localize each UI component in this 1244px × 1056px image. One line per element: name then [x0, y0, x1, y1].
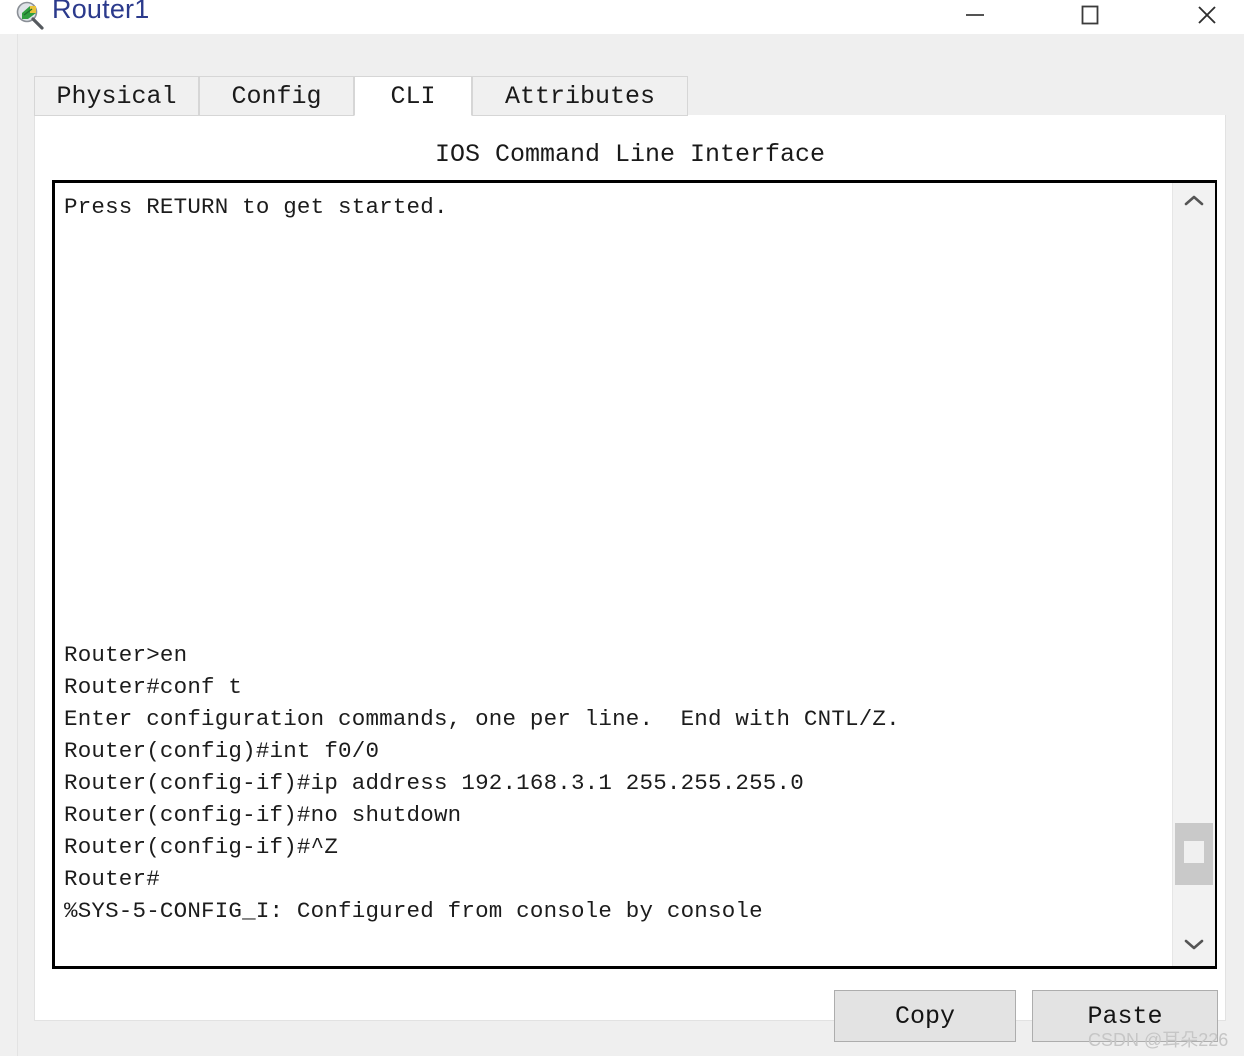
terminal-line: Router(config-if)#no shutdown	[64, 802, 462, 828]
terminal-line: Router(config)#int f0/0	[64, 738, 380, 764]
terminal-line: Router(config-if)#ip address 192.168.3.1…	[64, 770, 804, 796]
tab-cli[interactable]: CLI	[354, 76, 472, 116]
scrollbar-track[interactable]	[1173, 223, 1215, 926]
terminal-output[interactable]: Press RETURN to get started. Router>en Ro…	[55, 183, 1172, 966]
tab-attributes[interactable]: Attributes	[472, 76, 688, 116]
tab-config-label: Config	[231, 81, 322, 111]
scrollbar-thumb[interactable]	[1175, 823, 1213, 885]
router-cli-window: Router1 Physical Config CLI Attributes I…	[0, 0, 1244, 1056]
maximize-button[interactable]	[1061, 0, 1119, 30]
router-magnifier-icon	[14, 0, 46, 32]
window-left-edge	[0, 34, 17, 1056]
terminal-line: Enter configuration commands, one per li…	[64, 706, 900, 732]
scroll-up-button[interactable]	[1173, 183, 1215, 223]
terminal-line: %SYS-5-CONFIG_I: Configured from console…	[64, 898, 763, 924]
terminal-line: Router(config-if)#^Z	[64, 834, 339, 860]
tab-physical[interactable]: Physical	[34, 76, 199, 116]
tab-attributes-label: Attributes	[504, 81, 656, 111]
terminal-line: Router#	[64, 866, 160, 892]
terminal-line: Router#conf t	[64, 674, 243, 700]
minimize-icon	[946, 0, 1004, 30]
tab-cli-label: CLI	[390, 81, 436, 111]
chevron-down-icon	[1182, 936, 1206, 957]
cli-terminal[interactable]: Press RETURN to get started. Router>en Ro…	[52, 180, 1217, 969]
close-icon	[1178, 0, 1236, 30]
paste-button-label: Paste	[1087, 1001, 1163, 1031]
panel-header: IOS Command Line Interface	[434, 140, 826, 169]
terminal-scrollbar[interactable]	[1172, 183, 1215, 966]
copy-button-label: Copy	[894, 1001, 955, 1031]
tab-physical-label: Physical	[56, 81, 177, 111]
copy-button[interactable]: Copy	[834, 990, 1016, 1042]
terminal-line: Router>en	[64, 642, 188, 668]
title-bar: Router1	[0, 0, 1244, 34]
close-button[interactable]	[1178, 0, 1236, 30]
paste-button[interactable]: Paste	[1032, 990, 1218, 1042]
tab-strip: Physical Config CLI Attributes	[34, 76, 1226, 116]
maximize-icon	[1061, 0, 1119, 30]
window-title: Router1	[52, 0, 150, 24]
tab-config[interactable]: Config	[199, 76, 354, 116]
terminal-line: Press RETURN to get started.	[64, 194, 448, 220]
minimize-button[interactable]	[946, 0, 1004, 30]
chevron-up-icon	[1182, 193, 1206, 214]
scroll-down-button[interactable]	[1173, 926, 1215, 966]
